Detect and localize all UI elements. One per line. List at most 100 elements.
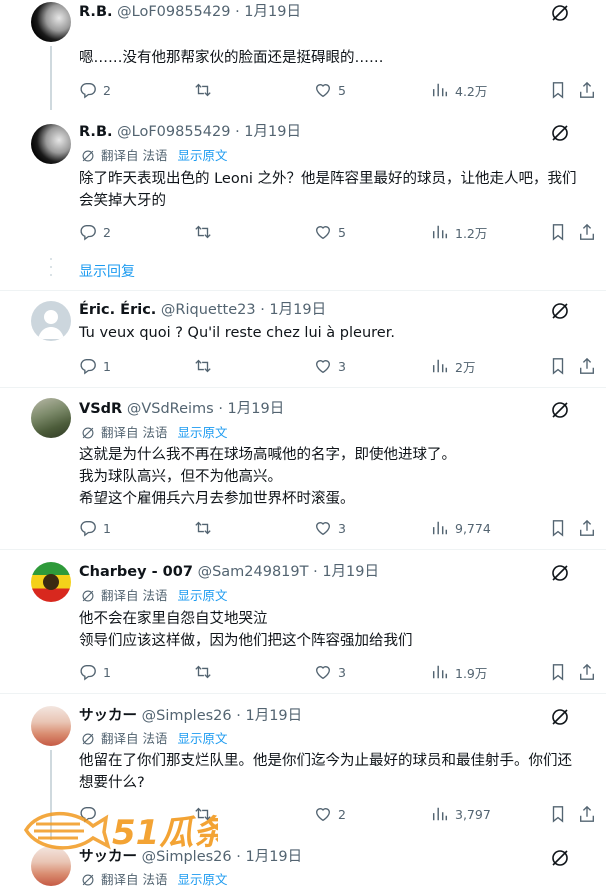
display-name[interactable]: R.B.	[79, 124, 113, 140]
bookmark-icon[interactable]	[549, 663, 567, 681]
handle[interactable]: @Simples26	[142, 708, 232, 724]
avatar[interactable]	[31, 562, 71, 602]
display-name[interactable]: R.B.	[79, 4, 113, 20]
share-icon[interactable]	[578, 357, 596, 375]
watermark-logo: 51瓜条	[23, 812, 218, 853]
grok-icon[interactable]	[550, 301, 570, 321]
reply-button[interactable]: 1	[79, 662, 111, 682]
retweet-button[interactable]	[194, 222, 218, 242]
retweet-button[interactable]	[194, 662, 218, 682]
show-original-link[interactable]: 显示原文	[177, 148, 227, 164]
timestamp[interactable]: 1月19日	[245, 849, 302, 865]
show-replies-link[interactable]: 显示回复	[79, 261, 135, 281]
like-button[interactable]: 5	[314, 80, 346, 100]
grok-icon[interactable]	[550, 400, 570, 420]
bookmark-icon[interactable]	[549, 519, 567, 537]
share-icon[interactable]	[578, 663, 596, 681]
heart-icon	[316, 666, 330, 680]
heart-icon	[316, 84, 330, 98]
translation-bar: 翻译自 法语 显示原文	[81, 425, 228, 441]
reply-icon	[80, 83, 96, 99]
reply-button[interactable]: 2	[79, 222, 111, 242]
like-button[interactable]: 3	[314, 356, 346, 376]
timestamp[interactable]: 1月19日	[244, 124, 301, 140]
like-button[interactable]: 3	[314, 662, 346, 682]
handle[interactable]: @Sam249819T	[198, 564, 309, 580]
grok-icon[interactable]	[550, 123, 570, 143]
display-name[interactable]: Éric. Éric.	[79, 302, 156, 318]
tweet-5[interactable]: Charbey - 007 @Sam249819T · 1月19日 翻译自 法语…	[0, 550, 606, 693]
tweet-header: VSdR @VSdReims · 1月19日	[79, 401, 285, 417]
retweet-button[interactable]	[194, 518, 218, 538]
retweet-button[interactable]	[194, 80, 218, 100]
retweet-icon	[195, 359, 211, 373]
views-button[interactable]: 3,797	[431, 804, 491, 824]
share-icon[interactable]	[578, 223, 596, 241]
tweet-4[interactable]: VSdR @VSdReims · 1月19日 翻译自 法语 显示原文 这就是为什…	[0, 388, 606, 550]
bar-chart-icon	[432, 359, 448, 373]
avatar[interactable]	[31, 2, 71, 42]
thread-dot	[50, 266, 52, 268]
thread-dot	[50, 274, 52, 276]
show-original-link[interactable]: 显示原文	[177, 425, 227, 441]
grok-icon[interactable]	[550, 707, 570, 727]
action-bar: 1 3 2万	[79, 356, 599, 376]
tweet-1[interactable]: R.B. @LoF09855429 · 1月19日 嗯……没有他那帮家伙的脸面还…	[0, 0, 606, 110]
reply-button[interactable]: 2	[79, 80, 111, 100]
translation-bar: 翻译自 法语 显示原文	[81, 731, 228, 747]
tweet-text: 这就是为什么我不再在球场高喊他的名字，即使他进球了。 我为球队高兴，但不为他高兴…	[79, 447, 456, 507]
tweet-3[interactable]: Éric. Éric. @Riquette23 · 1月19日 Tu veux …	[0, 291, 606, 388]
like-button[interactable]: 2	[314, 804, 346, 824]
timestamp[interactable]: 1月19日	[322, 564, 379, 580]
views-button[interactable]: 1.9万	[431, 662, 487, 682]
heart-icon	[316, 522, 330, 536]
views-button[interactable]: 9,774	[431, 518, 491, 538]
like-button[interactable]: 5	[314, 222, 346, 242]
bookmark-icon[interactable]	[549, 805, 567, 823]
show-original-link[interactable]: 显示原文	[177, 731, 227, 747]
thread-dot	[50, 258, 52, 260]
timestamp[interactable]: 1月19日	[245, 708, 302, 724]
heart-icon	[316, 360, 330, 374]
avatar[interactable]	[31, 301, 71, 341]
display-name[interactable]: サッカー	[79, 708, 137, 724]
bookmark-icon[interactable]	[549, 357, 567, 375]
show-original-link[interactable]: 显示原文	[177, 588, 227, 604]
grok-icon[interactable]	[550, 563, 570, 583]
bookmark-icon[interactable]	[549, 81, 567, 99]
display-name[interactable]: VSdR	[79, 401, 122, 417]
timestamp[interactable]: 1月19日	[269, 302, 326, 318]
avatar[interactable]	[31, 706, 71, 746]
retweet-icon	[195, 521, 211, 535]
action-bar: 2 5 4.2万	[79, 80, 599, 100]
share-icon[interactable]	[578, 81, 596, 99]
grok-icon[interactable]	[550, 848, 570, 868]
display-name[interactable]: Charbey - 007	[79, 564, 193, 580]
fish-logo-icon	[23, 812, 111, 850]
timestamp[interactable]: 1月19日	[244, 4, 301, 20]
handle[interactable]: @LoF09855429	[117, 124, 230, 140]
grok-icon[interactable]	[550, 3, 570, 23]
handle[interactable]: @Riquette23	[161, 302, 256, 318]
share-icon[interactable]	[578, 519, 596, 537]
handle[interactable]: @VSdReims	[127, 401, 214, 417]
handle[interactable]: @LoF09855429	[117, 4, 230, 20]
reply-button[interactable]: 1	[79, 518, 111, 538]
show-original-link[interactable]: 显示原文	[177, 872, 227, 888]
retweet-button[interactable]	[194, 356, 218, 376]
watermark-text: 51瓜条	[112, 813, 218, 853]
like-button[interactable]: 3	[314, 518, 346, 538]
tweet-text: 嗯……没有他那帮家伙的脸面还是挺碍眼的……	[79, 50, 384, 66]
reply-button[interactable]: 1	[79, 356, 111, 376]
views-button[interactable]: 1.2万	[431, 222, 487, 242]
views-button[interactable]: 4.2万	[431, 80, 487, 100]
bar-chart-icon	[432, 807, 448, 821]
avatar[interactable]	[31, 398, 71, 438]
default-avatar-icon	[38, 310, 64, 339]
views-button[interactable]: 2万	[431, 356, 475, 376]
bookmark-icon[interactable]	[549, 223, 567, 241]
tweet-header: R.B. @LoF09855429 · 1月19日	[79, 124, 301, 140]
timestamp[interactable]: 1月19日	[228, 401, 285, 417]
share-icon[interactable]	[578, 805, 596, 823]
avatar[interactable]	[31, 124, 71, 164]
